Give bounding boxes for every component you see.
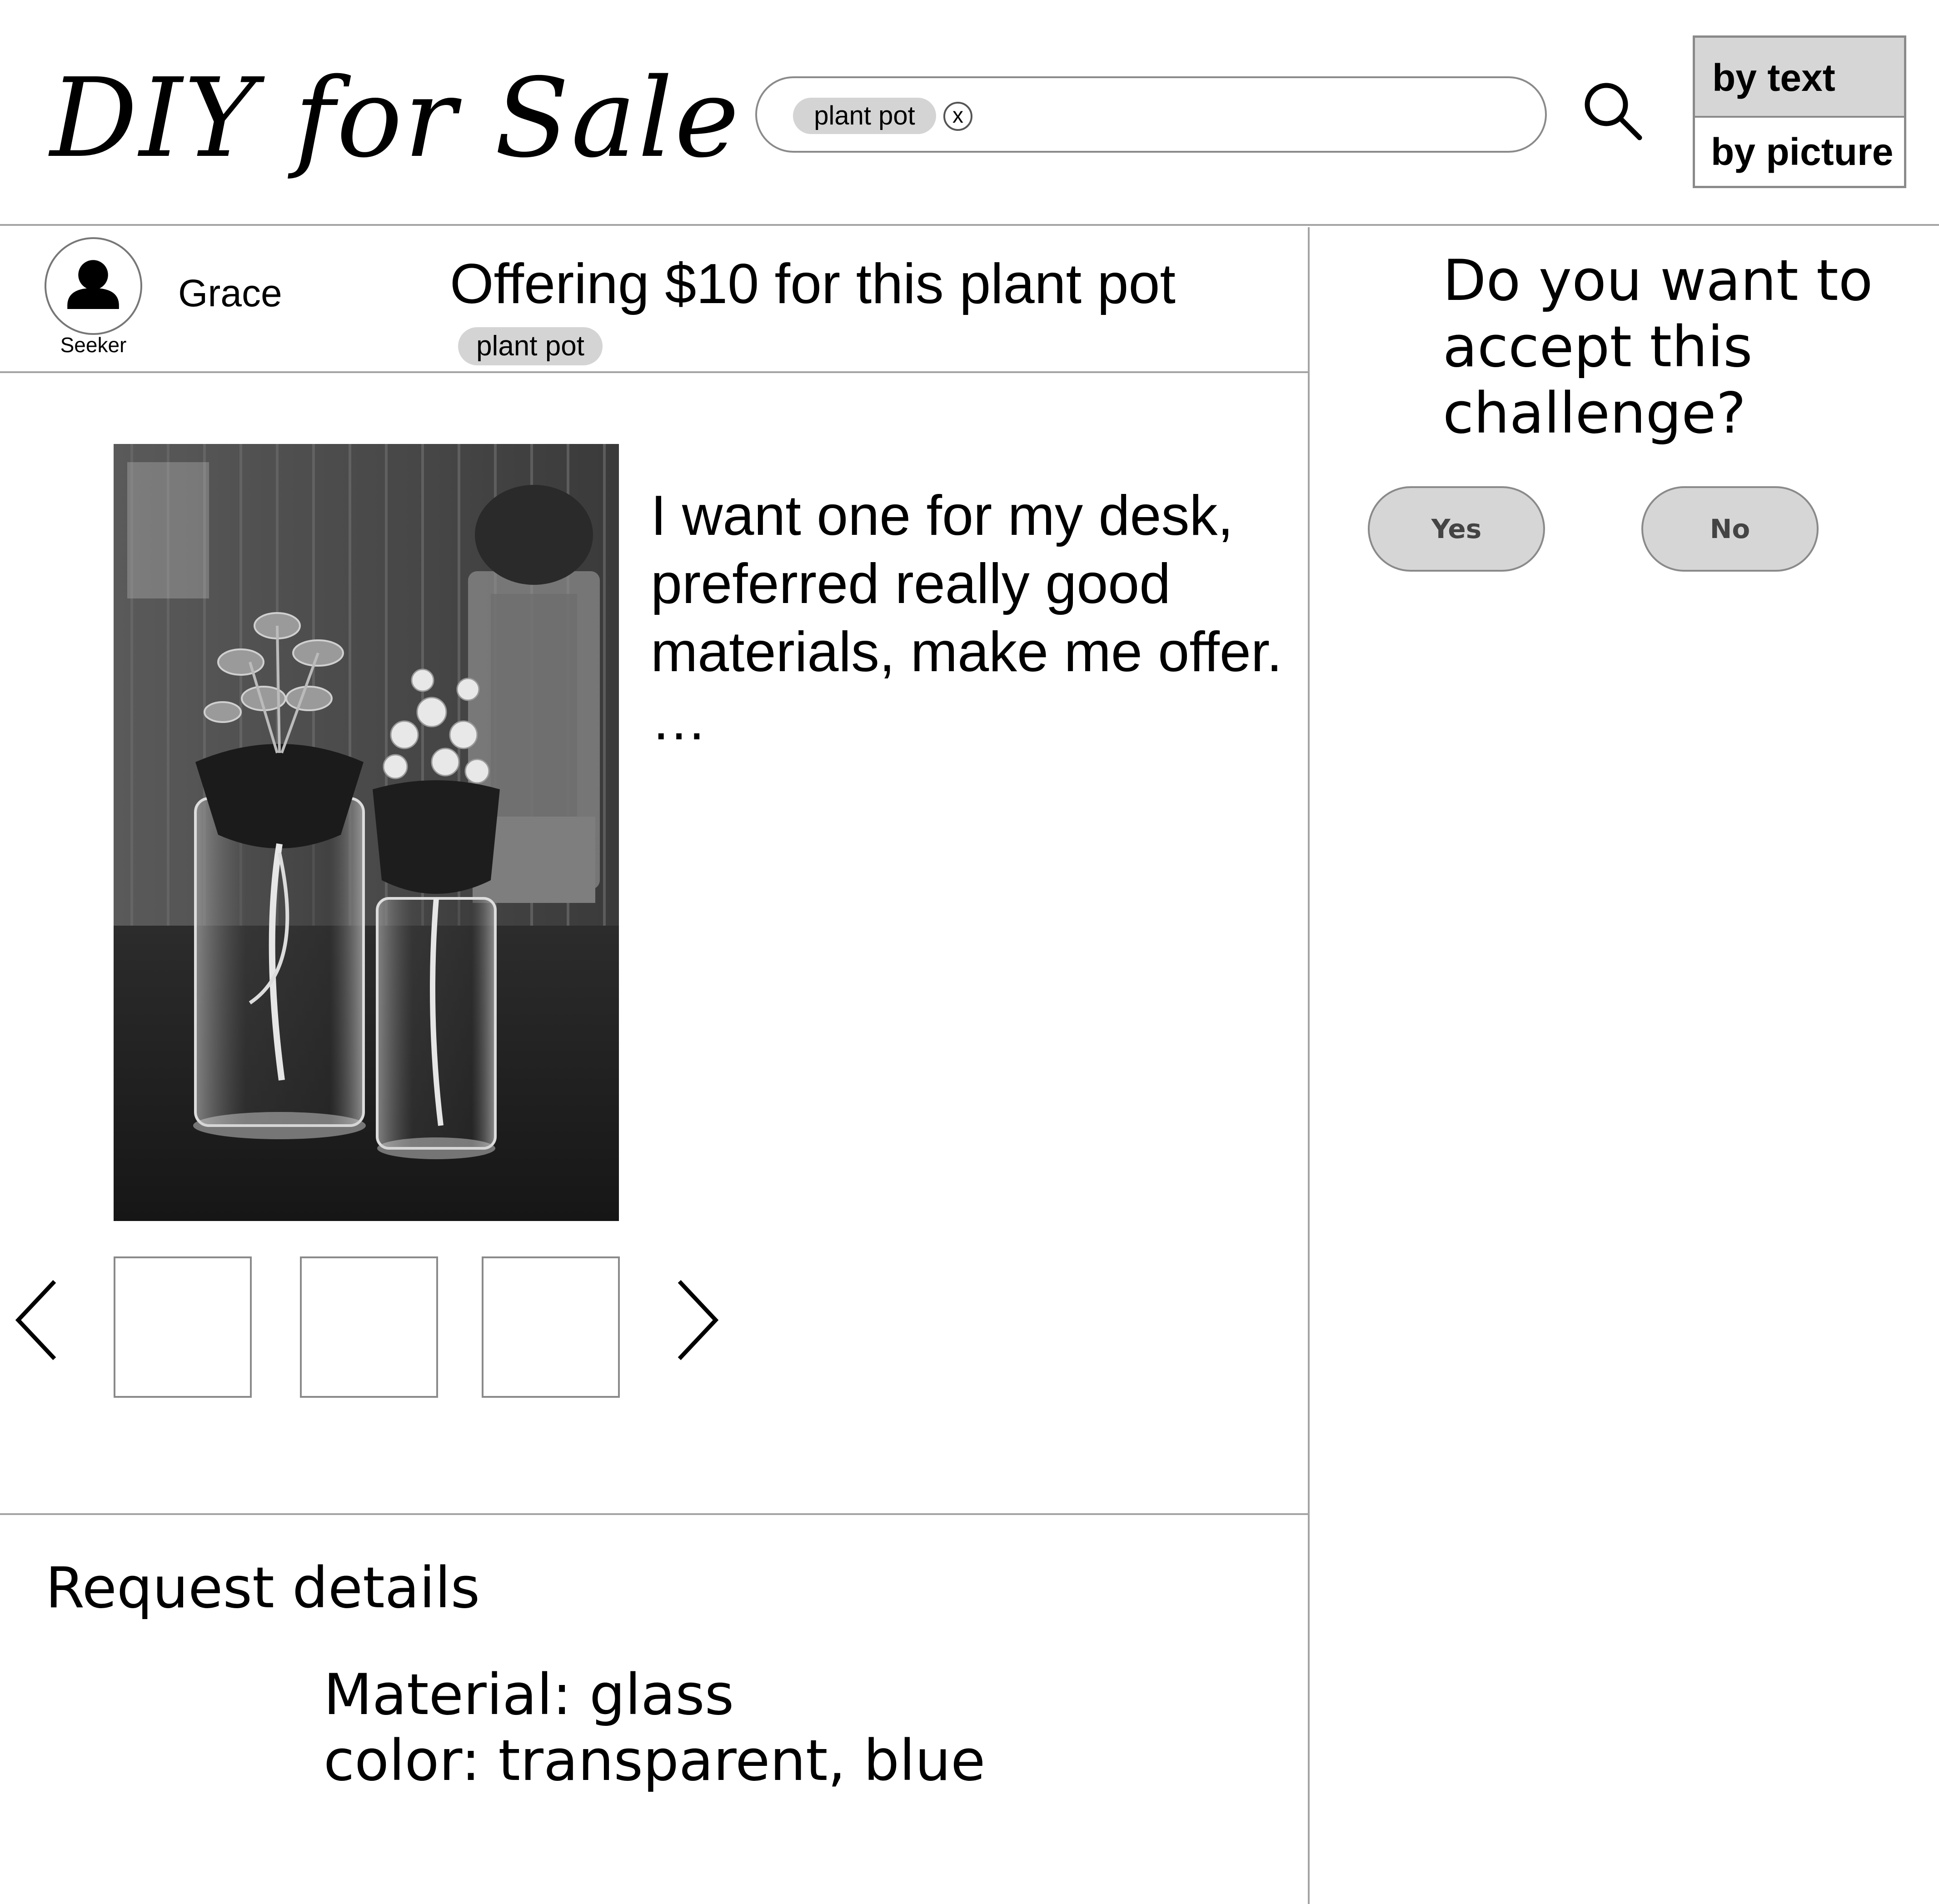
description-more[interactable]: …: [651, 686, 1305, 754]
search-by-text-option[interactable]: by text: [1695, 38, 1904, 118]
chevron-left-icon[interactable]: [9, 1277, 64, 1363]
search-by-picture-option[interactable]: by picture: [1695, 118, 1904, 186]
request-description: I want one for my desk, preferred really…: [651, 482, 1305, 763]
thumbnail-2[interactable]: [300, 1256, 438, 1398]
no-button[interactable]: No: [1641, 486, 1819, 572]
chevron-right-icon[interactable]: [670, 1277, 725, 1363]
thumbnail-3[interactable]: [482, 1256, 620, 1398]
column-divider: [1308, 227, 1310, 1904]
detail-material: Material: glass: [324, 1662, 734, 1728]
user-icon: [67, 260, 119, 309]
product-photo: [114, 444, 619, 1221]
search-mode-toggle: by text by picture: [1693, 35, 1906, 188]
request-details-title: Request details: [45, 1555, 480, 1621]
details-divider: [0, 1513, 1309, 1515]
app-logo[interactable]: DIY for Sale: [50, 43, 739, 193]
plant-pot-image: [114, 444, 619, 1221]
yes-button[interactable]: Yes: [1368, 486, 1545, 572]
search-icon[interactable]: [1581, 80, 1645, 143]
user-role: Seeker: [60, 333, 127, 357]
remove-chip-button[interactable]: x: [943, 102, 972, 131]
request-header-divider: [0, 371, 1309, 373]
search-chip: plant pot: [793, 98, 936, 134]
description-text: I want one for my desk, preferred really…: [651, 484, 1282, 683]
avatar[interactable]: [45, 237, 142, 335]
thumbnail-1[interactable]: [114, 1256, 252, 1398]
request-tag[interactable]: plant pot: [458, 327, 603, 365]
detail-color: color: transparent, blue: [324, 1728, 986, 1794]
challenge-question: Do you want to accept this challenge?: [1443, 248, 1873, 446]
user-name[interactable]: Grace: [178, 268, 383, 318]
header-divider: [0, 224, 1939, 226]
request-title: Offering $10 for this plant pot: [450, 253, 1176, 315]
